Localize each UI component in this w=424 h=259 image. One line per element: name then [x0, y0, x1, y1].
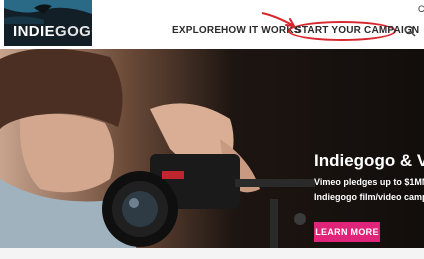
- header-edge-text: C: [418, 4, 424, 14]
- search-icon[interactable]: [404, 25, 416, 37]
- annotation-arrow-icon: [261, 12, 295, 27]
- hero-subtitle-line1: Vimeo pledges up to $1MM Cr: [314, 177, 424, 187]
- learn-more-button[interactable]: LEARN MORE: [314, 222, 380, 242]
- bottom-strip: [0, 248, 424, 259]
- nav-start-your-campaign[interactable]: START YOUR CAMPAIGN: [295, 24, 419, 38]
- hero-title: Indiegogo & Vim: [314, 151, 424, 170]
- nav-explore[interactable]: EXPLORE: [172, 24, 221, 38]
- hero-banner[interactable]: Indiegogo & Vim Vimeo pledges up to $1MM…: [0, 49, 424, 259]
- hero-subtitle-line2: Indiegogo film/video campaigr: [314, 192, 424, 202]
- logo-wordmark: INDIEGOGO: [13, 23, 92, 40]
- indiegogo-logo[interactable]: INDIEGOGO: [4, 0, 92, 46]
